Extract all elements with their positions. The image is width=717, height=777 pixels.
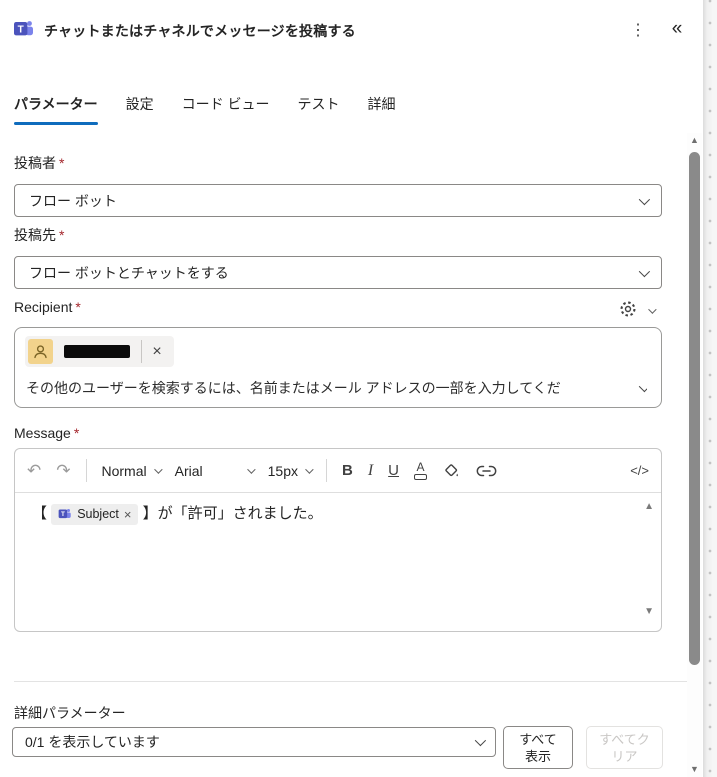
scrollbar-thumb[interactable] [689,152,700,665]
required-asterisk: * [73,425,80,441]
tab-about[interactable]: 詳細 [367,94,395,125]
clear-all-button: すべてク リア [586,726,663,769]
poster-dropdown[interactable]: フロー ボット [14,184,662,217]
advanced-parameters-dropdown[interactable]: 0/1 を表示しています [12,727,496,757]
scroll-down-icon[interactable]: ▼ [687,764,702,774]
highlight-color-icon[interactable] [442,461,461,480]
message-editor-content[interactable]: 【 T Subject × 】が「許可」されました。 ▲ ▼ [15,493,661,631]
poster-label: 投稿者 * [14,155,65,171]
chevron-down-icon [638,265,651,277]
teams-icon: T [58,508,71,518]
message-rich-text-editor: ↶ ↷ Normal Arial 15px B I U A </> 【 T Su… [14,448,662,632]
token-label: Subject [77,507,119,521]
italic-icon[interactable]: I [368,462,373,480]
link-icon[interactable] [476,465,497,477]
editor-scroll-down-icon[interactable]: ▼ [644,606,654,617]
recipient-options-chevron[interactable] [648,302,657,317]
pane-title: チャットまたはチャネルでメッセージを投稿する [44,23,356,39]
tab-parameters[interactable]: パラメーター [14,94,98,125]
rte-toolbar: ↶ ↷ Normal Arial 15px B I U A </> [15,449,661,493]
undo-icon[interactable]: ↶ [27,461,41,481]
pane-scrollbar[interactable]: ▲ ▼ [687,133,702,777]
tab-bar: パラメーター 設定 コード ビュー テスト 詳細 [14,94,395,125]
recipient-name-redacted [64,345,130,358]
chevron-down-icon [305,464,314,474]
font-color-icon[interactable]: A [414,461,427,480]
tab-code-view[interactable]: コード ビュー [182,94,270,125]
destination-dropdown[interactable]: フロー ボットとチャットをする [14,256,662,289]
remove-token-button[interactable]: × [124,507,132,522]
paragraph-style-dropdown[interactable]: Normal [102,463,163,479]
svg-text:T: T [18,24,24,35]
message-text: 】が「許可」されました。 [142,505,323,522]
recipient-chip[interactable]: × [25,336,174,367]
collapse-pane-button[interactable]: « [664,15,690,43]
required-asterisk: * [59,227,65,243]
more-menu-button[interactable]: ⋮ [626,17,650,43]
message-label: Message * [14,425,80,441]
editor-scroll-up-icon[interactable]: ▲ [644,501,654,512]
remove-recipient-button[interactable]: × [142,343,172,361]
toolbar-divider [85,459,87,482]
chevron-down-icon [638,380,647,393]
recipient-placeholder: その他のユーザーを検索するには、名前またはメール アドレスの一部を入力してくだ [26,380,561,396]
teams-post-message-pane: T チャットまたはチャネルでメッセージを投稿する ⋮ « パラメーター 設定 コ… [0,0,717,777]
bold-icon[interactable]: B [342,462,353,479]
required-asterisk: * [59,155,65,171]
destination-label: 投稿先 * [14,227,65,243]
poster-value: フロー ボット [29,192,117,209]
redo-icon[interactable]: ↷ [56,461,70,481]
tab-settings[interactable]: 設定 [126,94,154,125]
chevron-down-icon [648,304,657,314]
code-view-icon[interactable]: </> [630,463,649,478]
chevron-down-icon [246,464,256,474]
dynamic-content-token[interactable]: T Subject × [51,503,139,525]
advanced-parameters-value: 0/1 を表示しています [25,734,160,750]
recipient-input[interactable]: × その他のユーザーを検索するには、名前またはメール アドレスの一部を入力してく… [14,327,662,408]
show-all-button[interactable]: すべて 表示 [503,726,573,769]
message-text-prefix: 【 [32,505,48,522]
recipient-settings-gear-icon[interactable] [618,299,638,319]
designer-canvas-strip [703,0,717,777]
required-asterisk: * [75,299,81,315]
advanced-parameters-label: 詳細パラメーター [14,705,126,721]
teams-icon: T [13,18,35,40]
chevron-down-icon [638,193,651,205]
underline-icon[interactable]: U [388,462,399,479]
tab-test[interactable]: テスト [297,94,339,125]
font-size-dropdown[interactable]: 15px [268,463,314,479]
destination-value: フロー ボットとチャットをする [29,264,229,281]
font-family-dropdown[interactable]: Arial [175,463,256,479]
recipient-label: Recipient * [14,299,81,315]
chevron-down-icon [153,464,163,474]
scroll-up-icon[interactable]: ▲ [687,135,702,145]
section-divider [14,681,690,682]
chevron-down-icon [474,734,487,747]
svg-text:T: T [61,511,65,518]
toolbar-divider [325,459,327,482]
person-icon [28,339,53,364]
